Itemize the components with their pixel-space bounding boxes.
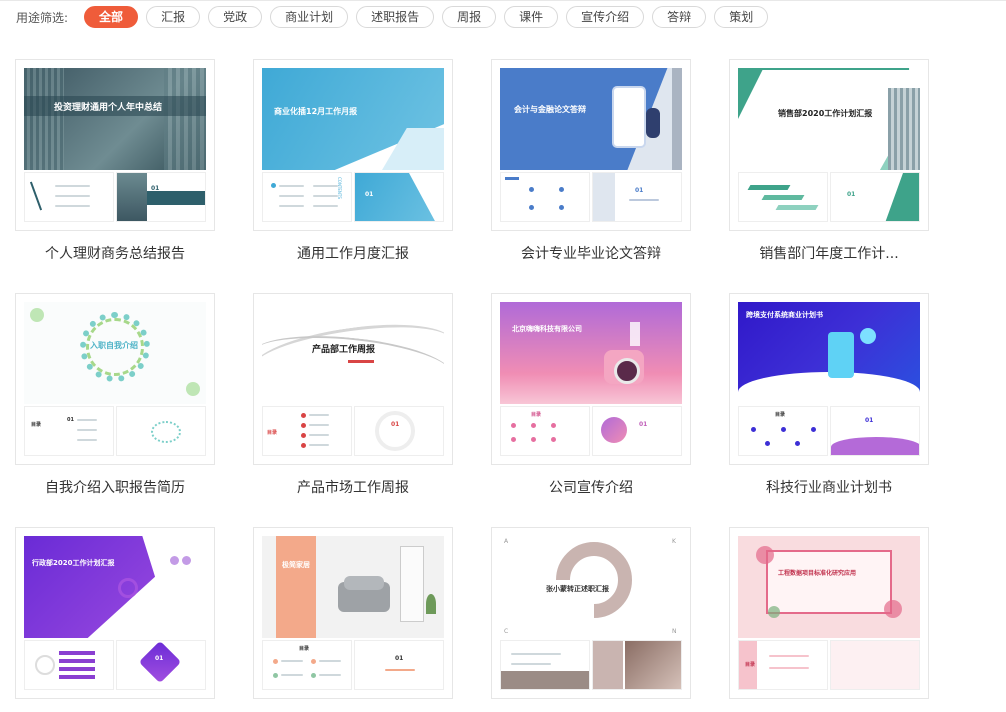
template-thumbnail[interactable]: 投资理财通用个人年中总结 01 — [15, 59, 215, 231]
slide-title: 跨境支付系统商业计划书 — [746, 311, 823, 319]
chip-duty-report[interactable]: 述职报告 — [356, 6, 435, 28]
slide-title: 产品部工作周报 — [312, 345, 376, 355]
chip-courseware[interactable]: 课件 — [504, 6, 559, 28]
chip-weekly[interactable]: 周报 — [442, 6, 497, 28]
chip-report[interactable]: 汇报 — [146, 6, 201, 28]
template-thumbnail[interactable]: 入职自我介绍 目录 01 — [15, 293, 215, 465]
card-title[interactable]: 公司宣传介绍 — [491, 477, 691, 497]
chip-party[interactable]: 党政 — [208, 6, 263, 28]
template-thumbnail[interactable]: A K C N 张小蒙转正述职汇报 — [491, 527, 691, 699]
template-thumbnail[interactable]: 产品部工作周报 目录 01 — [253, 293, 453, 465]
chip-planning[interactable]: 策划 — [714, 6, 769, 28]
chip-promotion[interactable]: 宣传介绍 — [566, 6, 645, 28]
filter-label: 用途筛选: — [16, 10, 69, 25]
card-title[interactable]: 通用工作月度汇报 — [253, 243, 453, 263]
slide-title: 工程数据项目标准化研究应用 — [778, 570, 857, 577]
template-thumbnail[interactable]: 商业化插12月工作月报 CONTENTS 01 — [253, 59, 453, 231]
slide-title: 入职自我介绍 — [90, 341, 138, 350]
card-title[interactable]: 科技行业商业计划书 — [729, 477, 929, 497]
card-title[interactable]: 销售部门年度工作计... — [729, 243, 929, 263]
card-title[interactable]: 产品市场工作周报 — [253, 477, 453, 497]
chip-business-plan[interactable]: 商业计划 — [270, 6, 349, 28]
top-divider — [0, 0, 1006, 1]
template-thumbnail[interactable]: 工程数据项目标准化研究应用 目录 — [729, 527, 929, 699]
chip-all[interactable]: 全部 — [84, 6, 139, 28]
template-thumbnail[interactable]: 跨境支付系统商业计划书 目录 01 — [729, 293, 929, 465]
slide-title: 北京嗨嗨科技有限公司 — [512, 325, 582, 333]
slide-title: 极简家居 — [282, 561, 310, 569]
card-title[interactable]: 个人理财商务总结报告 — [15, 243, 215, 263]
slide-title: 行政部2020工作计划汇报 — [32, 559, 115, 567]
template-thumbnail[interactable]: 极简家居 目录 01 — [253, 527, 453, 699]
template-thumbnail[interactable]: 会计与金融论文答辩 01 — [491, 59, 691, 231]
slide-title: 销售部2020工作计划汇报 — [778, 109, 873, 118]
slide-title: 商业化插12月工作月报 — [274, 107, 358, 116]
card-title[interactable]: 会计专业毕业论文答辩 — [491, 243, 691, 263]
slide-title: 会计与金融论文答辩 — [514, 105, 586, 114]
card-title[interactable]: 自我介绍入职报告简历 — [15, 477, 215, 497]
slide-title: 张小蒙转正述职汇报 — [546, 585, 609, 593]
slide-title: 投资理财通用个人年中总结 — [54, 103, 163, 113]
template-thumbnail[interactable]: 销售部2020工作计划汇报 01 — [729, 59, 929, 231]
template-thumbnail[interactable]: 行政部2020工作计划汇报 01 — [15, 527, 215, 699]
filter-bar: 用途筛选: 全部 汇报 党政 商业计划 述职报告 周报 课件 宣传介绍 答辩 策… — [16, 6, 769, 28]
template-thumbnail[interactable]: 北京嗨嗨科技有限公司 目录 01 — [491, 293, 691, 465]
chip-defense[interactable]: 答辩 — [652, 6, 707, 28]
